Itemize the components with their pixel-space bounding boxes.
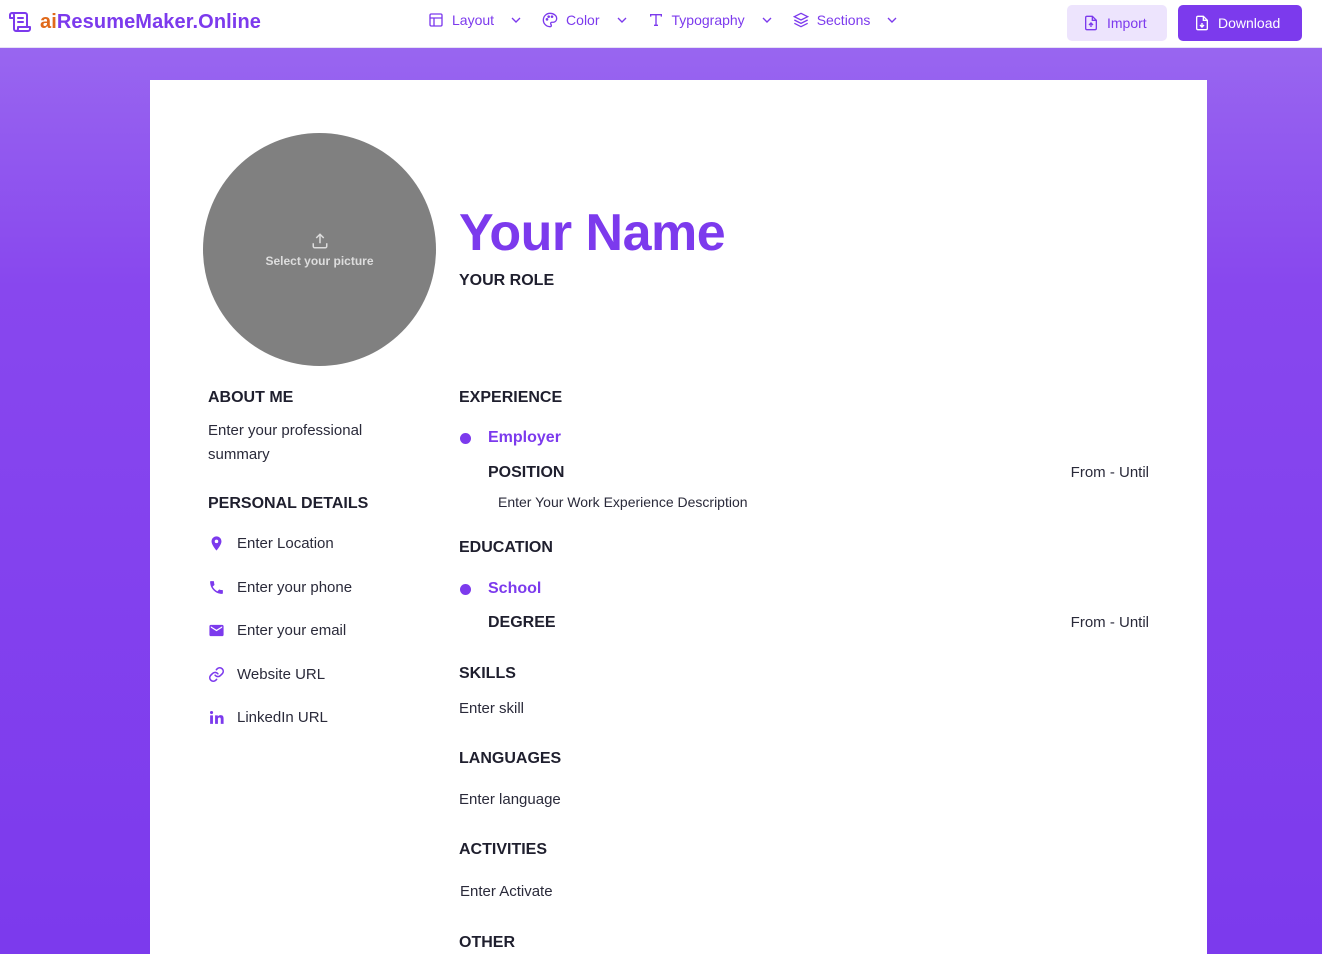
email-text: Enter your email (237, 622, 347, 639)
location-pin-icon (211, 536, 222, 551)
about-heading: ABOUT ME (208, 389, 294, 406)
brand-name: aiResumeMaker.Online (40, 11, 261, 34)
degree-field[interactable]: DEGREE (488, 614, 556, 632)
resume-page: Select your picture Your Name YOUR ROLE … (150, 80, 1207, 954)
experience-heading: EXPERIENCE (459, 389, 563, 406)
other-heading: OTHER (459, 934, 515, 951)
link-icon (209, 667, 224, 682)
file-download-icon (1196, 15, 1208, 31)
employer-field[interactable]: Employer (488, 429, 561, 447)
import-label: Import (1107, 15, 1147, 31)
layers-icon (792, 12, 809, 28)
phone-icon (210, 581, 223, 594)
menu-color-label: Color (566, 12, 600, 28)
palette-icon (542, 12, 558, 28)
experience-description[interactable]: Enter Your Work Experience Description (498, 494, 748, 510)
menu-typography-label: Typography (671, 12, 745, 28)
upload-icon (312, 232, 327, 248)
editor-menu: Layout Color Typography Sections (428, 12, 900, 28)
school-field[interactable]: School (488, 580, 541, 598)
menu-color[interactable]: Color (542, 12, 629, 28)
languages-heading: LANGUAGES (459, 750, 562, 767)
phone-field[interactable]: Enter your phone (208, 579, 352, 596)
location-text: Enter Location (237, 535, 334, 552)
menu-sections-label: Sections (816, 12, 871, 28)
file-import-icon (1085, 15, 1097, 31)
mail-icon (209, 624, 224, 637)
education-dates[interactable]: From - Until (1071, 614, 1149, 631)
linkedin-field[interactable]: LinkedIn URL (208, 709, 328, 726)
scroll-icon (9, 12, 31, 32)
linkedin-icon (209, 710, 224, 724)
menu-typography[interactable]: Typography (648, 12, 775, 28)
experience-bullet (460, 433, 471, 444)
top-toolbar: aiResumeMaker.Online Layout Color Typogr… (0, 0, 1322, 48)
activity-field[interactable]: Enter Activate (460, 883, 553, 900)
brand-rest: ResumeMaker.Online (56, 10, 261, 33)
activities-heading: ACTIVITIES (459, 841, 548, 858)
profile-photo-upload[interactable]: Select your picture (203, 133, 436, 366)
chevron-down-icon (617, 17, 626, 23)
chevron-down-icon (887, 17, 897, 23)
skills-heading: SKILLS (459, 665, 516, 682)
language-field[interactable]: Enter language (459, 791, 561, 808)
chevron-down-icon (511, 17, 521, 23)
phone-text: Enter your phone (237, 579, 353, 596)
resume-role[interactable]: YOUR ROLE (459, 272, 554, 290)
email-field[interactable]: Enter your email (208, 622, 346, 639)
download-button[interactable]: Download (1178, 5, 1302, 41)
education-bullet (460, 584, 471, 595)
website-text: Website URL (237, 666, 326, 683)
website-field[interactable]: Website URL (208, 666, 325, 683)
photo-label: Select your picture (265, 253, 374, 268)
education-heading: EDUCATION (459, 539, 553, 556)
brand-logo[interactable]: aiResumeMaker.Online (8, 10, 261, 34)
position-field[interactable]: POSITION (488, 464, 564, 482)
layout-icon (429, 13, 443, 27)
menu-layout[interactable]: Layout (428, 12, 524, 28)
resume-name[interactable]: Your Name (459, 203, 726, 263)
linkedin-text: LinkedIn URL (237, 709, 328, 726)
skill-field[interactable]: Enter skill (459, 700, 524, 717)
chevron-down-icon (762, 17, 772, 23)
location-field[interactable]: Enter Location (208, 535, 334, 552)
experience-dates[interactable]: From - Until (1071, 464, 1149, 481)
brand-prefix: ai (40, 10, 57, 33)
menu-sections[interactable]: Sections (792, 12, 901, 28)
personal-details-heading: PERSONAL DETAILS (208, 495, 369, 512)
about-text[interactable]: Enter your professional summary (208, 419, 408, 467)
typography-icon (649, 14, 662, 26)
import-button[interactable]: Import (1067, 5, 1167, 41)
download-label: Download (1218, 15, 1281, 31)
menu-layout-label: Layout (452, 12, 495, 28)
